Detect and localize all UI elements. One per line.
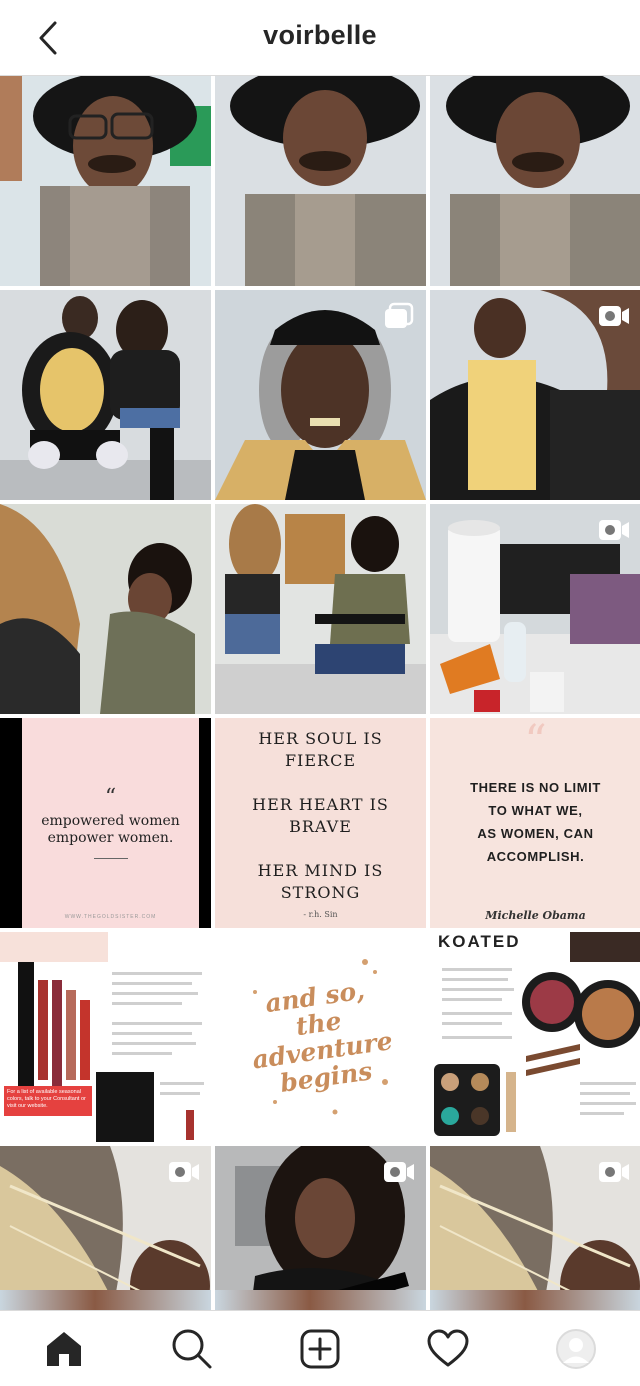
post-tile[interactable]	[0, 1146, 211, 1310]
photo	[430, 1290, 640, 1310]
photo	[215, 76, 426, 286]
post-tile[interactable]: HER SOUL IS FIERCE HER HEART IS BRAVE HE…	[215, 718, 426, 928]
quote-text: empowered women empower women.	[41, 813, 180, 846]
post-tile[interactable]: “ empowered women empower women. WWW.THE…	[0, 718, 211, 928]
post-tile[interactable]	[215, 76, 426, 286]
post-tile[interactable]: For a list of available seasonal colors,…	[0, 932, 211, 1142]
photo	[0, 504, 211, 714]
quote-card: and so, the adventure begins	[215, 932, 426, 1142]
quote-footer: WWW.THEGOLDSISTER.COM	[64, 914, 157, 920]
divider	[93, 857, 128, 859]
post-tile[interactable]	[215, 290, 426, 500]
post-tile[interactable]	[430, 504, 640, 714]
quote-panel: “ empowered women empower women. WWW.THE…	[22, 718, 199, 928]
quote-text: HER SOUL IS FIERCE HER HEART IS BRAVE HE…	[252, 728, 389, 902]
quote-signature: - r.h. Sin	[303, 909, 338, 919]
photo	[215, 504, 426, 714]
quote-card: “ empowered women empower women. WWW.THE…	[0, 718, 211, 928]
quote-mark: “	[104, 785, 117, 811]
post-tile[interactable]	[430, 1146, 640, 1310]
home-icon	[47, 1332, 81, 1366]
post-tile[interactable]	[0, 1290, 211, 1310]
top-bar: voirbelle	[0, 0, 640, 76]
promo-banner: For a list of available seasonal colors,…	[4, 1086, 92, 1116]
nav-new-post-button[interactable]	[290, 1323, 350, 1375]
post-tile[interactable]	[0, 290, 211, 500]
post-tile[interactable]: KOATED	[430, 932, 640, 1142]
video-icon	[169, 1162, 199, 1182]
search-icon	[172, 1329, 212, 1369]
post-tile[interactable]	[430, 76, 640, 286]
add-post-icon	[300, 1329, 340, 1369]
post-tile[interactable]	[430, 1290, 640, 1310]
quote-mark: “	[524, 718, 547, 767]
quote-card: HER SOUL IS FIERCE HER HEART IS BRAVE HE…	[215, 718, 426, 928]
video-icon	[599, 306, 629, 326]
nav-search-button[interactable]	[162, 1323, 222, 1375]
post-tile[interactable]	[215, 1146, 426, 1310]
heart-icon	[427, 1329, 469, 1367]
video-icon	[384, 1162, 414, 1182]
post-tile[interactable]	[430, 290, 640, 500]
video-icon	[599, 1162, 629, 1182]
quote-signature: Michelle Obama	[485, 909, 586, 922]
quote-card: “ THERE IS NO LIMIT TO WHAT WE, AS WOMEN…	[430, 718, 640, 928]
photo	[0, 290, 211, 500]
quote-text: and so, the adventure begins	[250, 975, 395, 1098]
post-tile[interactable]	[0, 504, 211, 714]
quote-text: THERE IS NO LIMIT TO WHAT WE, AS WOMEN, …	[470, 780, 601, 864]
post-tile[interactable]: “ THERE IS NO LIMIT TO WHAT WE, AS WOMEN…	[430, 718, 640, 928]
post-tile[interactable]	[215, 1290, 426, 1310]
post-tile[interactable]: and so, the adventure begins	[215, 932, 426, 1142]
page-title: voirbelle	[263, 20, 377, 50]
avatar-icon	[556, 1329, 596, 1369]
nav-home-button[interactable]	[34, 1323, 94, 1375]
bottom-navigation	[0, 1310, 640, 1386]
photo	[430, 76, 640, 286]
nav-activity-button[interactable]	[418, 1323, 478, 1375]
video-icon	[599, 520, 629, 540]
photo	[215, 1290, 426, 1310]
product-sheet	[430, 932, 640, 1142]
post-tile[interactable]	[215, 504, 426, 714]
nav-profile-button[interactable]	[546, 1323, 606, 1375]
carousel-icon	[385, 302, 414, 328]
post-grid: “ empowered women empower women. WWW.THE…	[0, 76, 640, 1310]
post-tile[interactable]	[0, 76, 211, 286]
photo	[0, 76, 211, 286]
photo	[0, 1290, 211, 1310]
product-heading: KOATED	[438, 932, 521, 951]
